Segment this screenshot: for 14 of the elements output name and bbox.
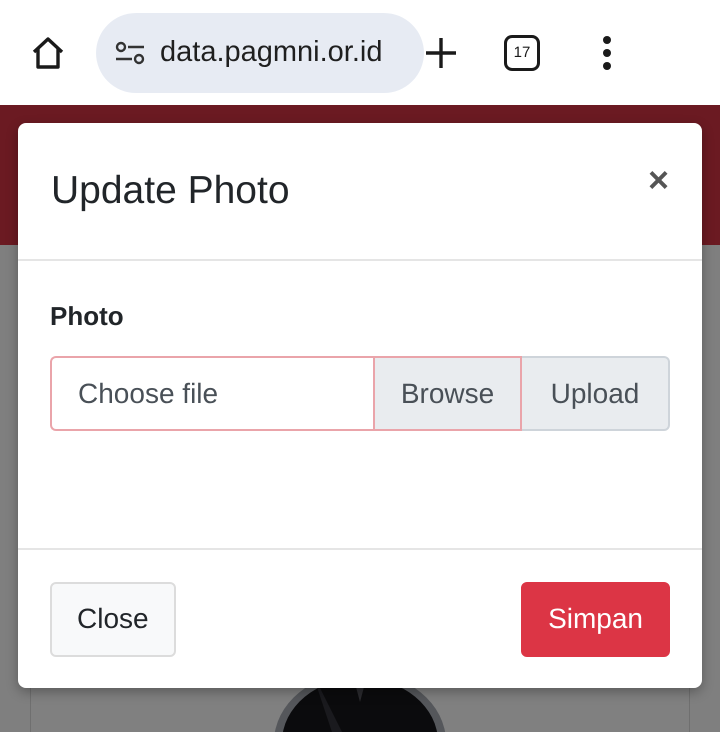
field-label: Photo bbox=[50, 301, 125, 332]
close-button[interactable]: Close bbox=[50, 582, 176, 656]
save-button[interactable]: Simpan bbox=[521, 582, 670, 656]
address-bar[interactable]: data.pagmni.or.id bbox=[96, 12, 424, 92]
upload-button[interactable]: Upload bbox=[522, 356, 670, 431]
home-icon[interactable] bbox=[30, 34, 66, 70]
new-tab-icon[interactable] bbox=[424, 36, 458, 70]
url-text: data.pagmni.or.id bbox=[160, 36, 382, 69]
menu-icon[interactable] bbox=[602, 36, 612, 70]
file-input-field[interactable]: Choose file bbox=[50, 356, 373, 431]
site-settings-icon[interactable] bbox=[114, 40, 146, 64]
browse-button[interactable]: Browse bbox=[373, 356, 522, 431]
tab-count-button[interactable]: 17 bbox=[504, 34, 540, 70]
modal-title: Update Photo bbox=[51, 169, 290, 213]
